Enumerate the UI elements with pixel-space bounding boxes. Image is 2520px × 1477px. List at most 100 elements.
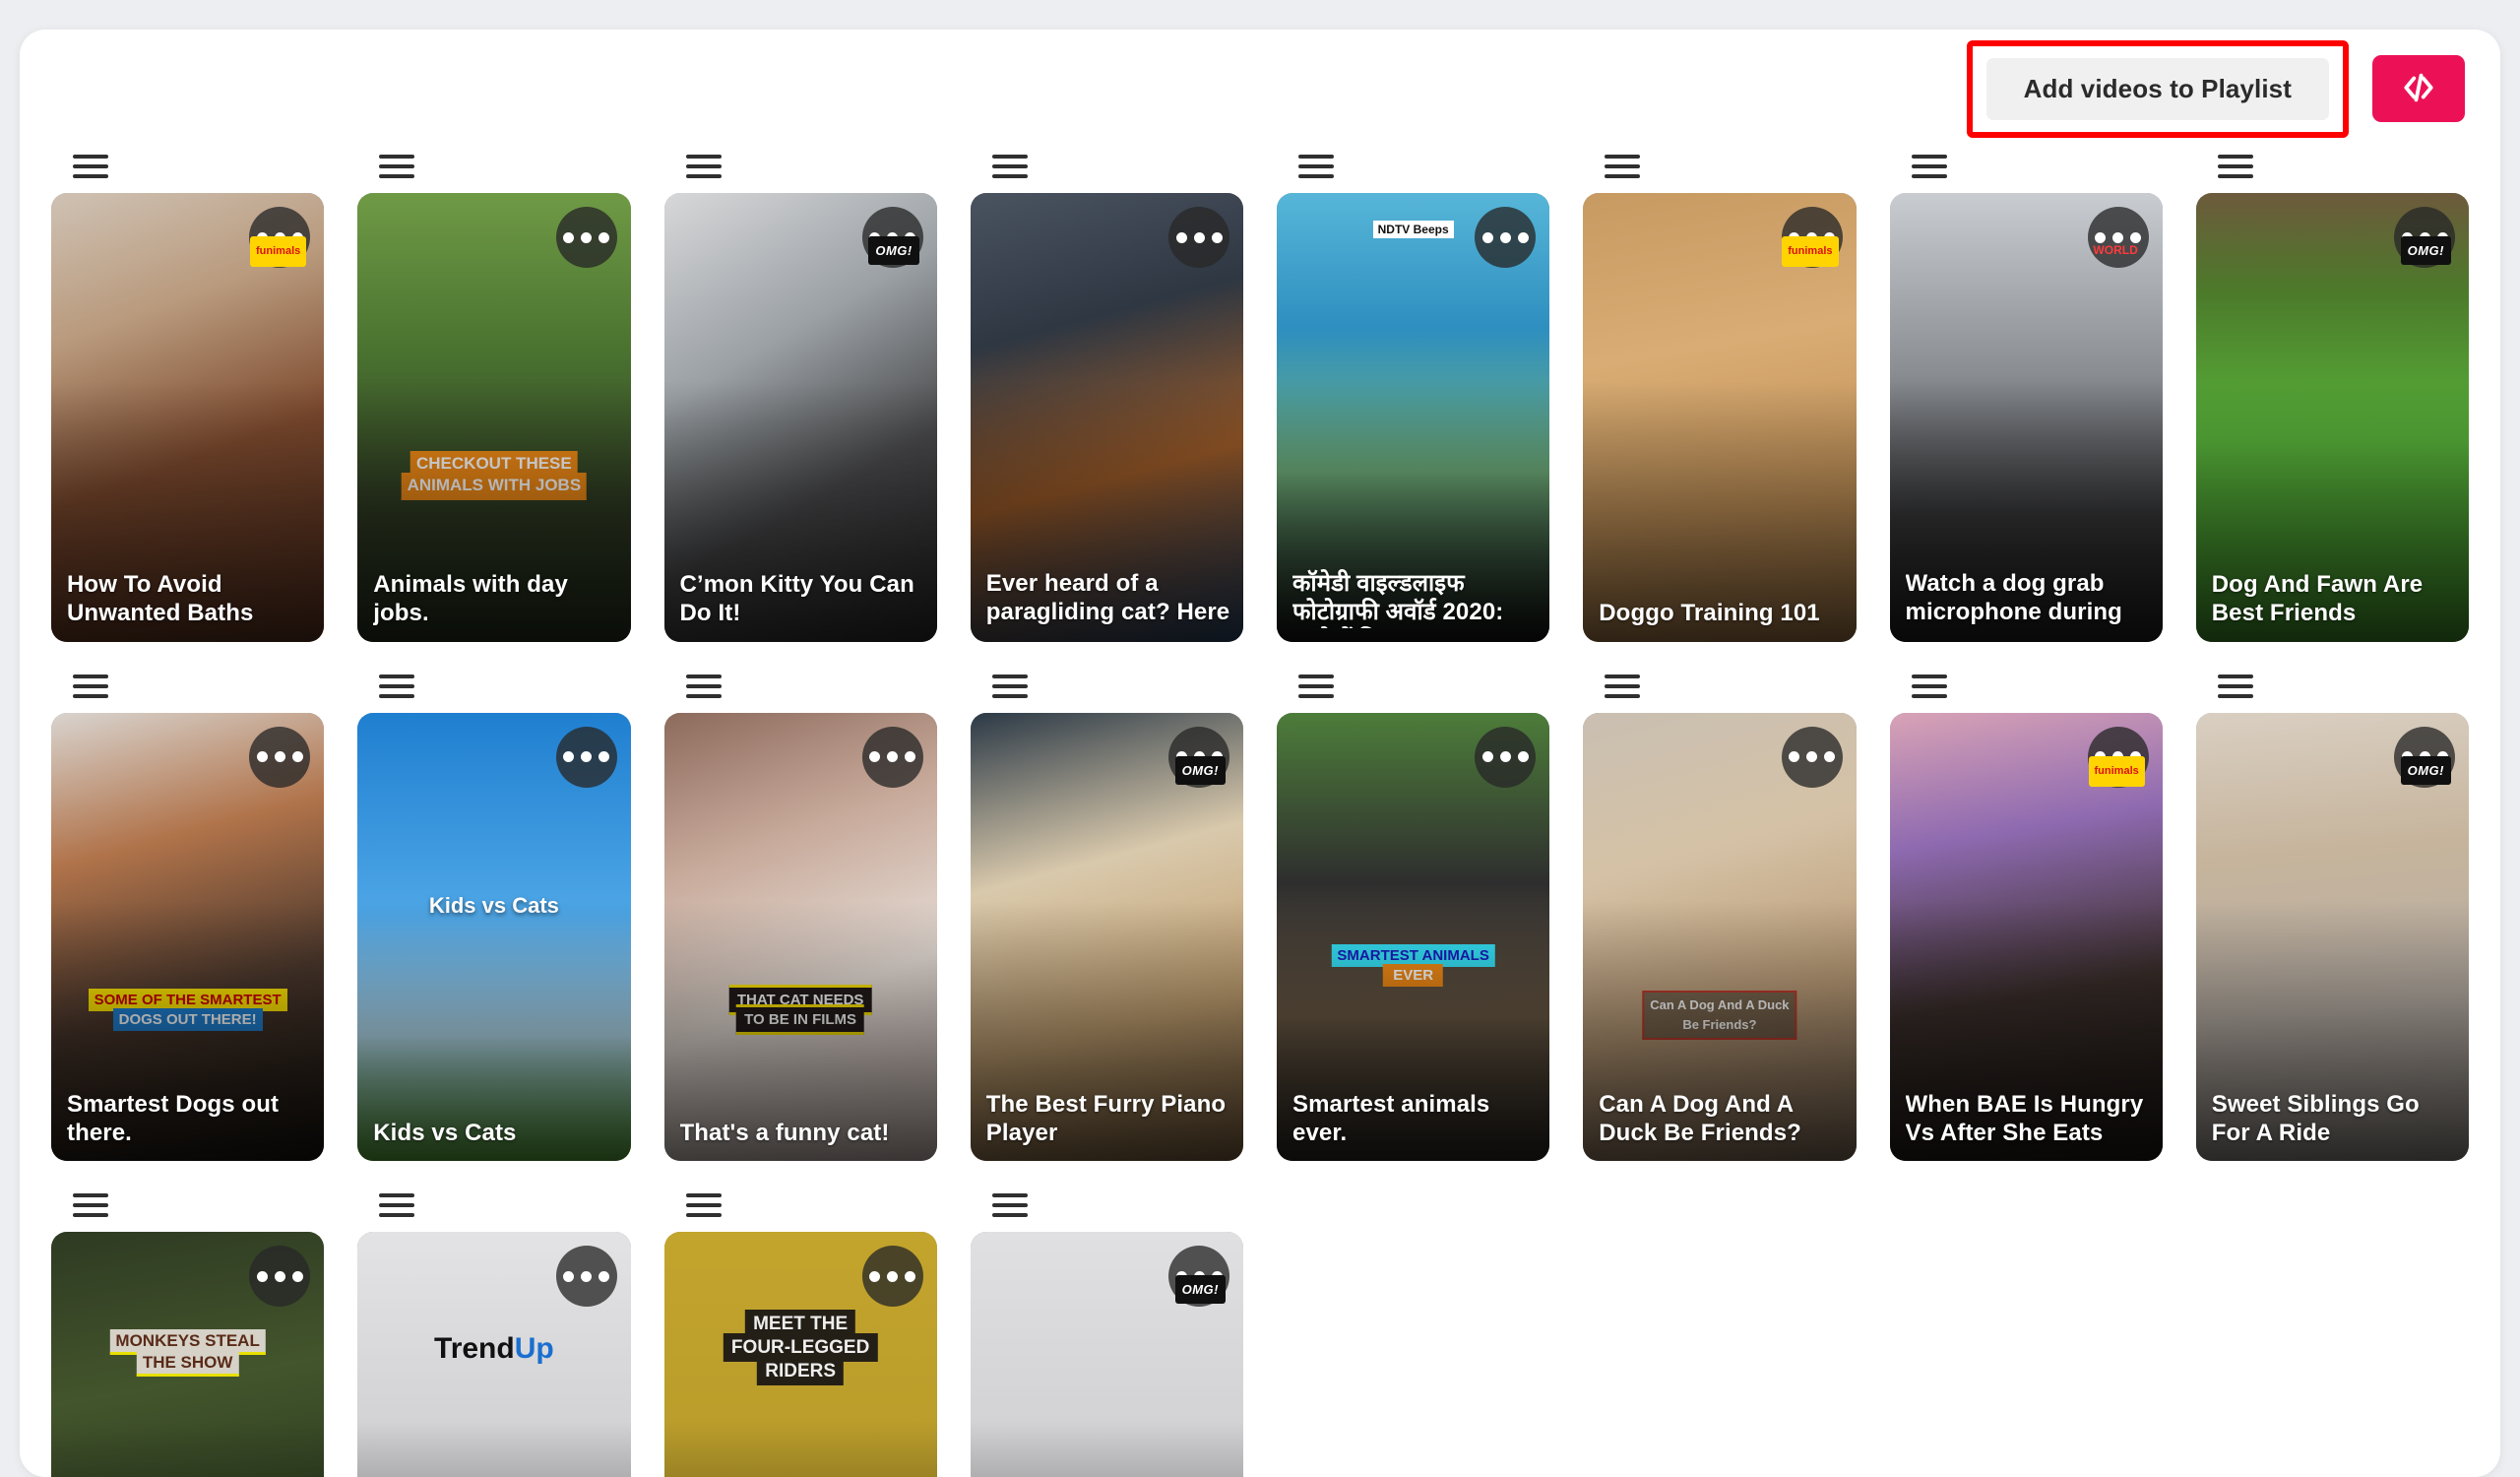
hamburger-drag-handle-icon[interactable] xyxy=(1603,148,1646,185)
add-videos-to-playlist-button[interactable]: Add videos to Playlist xyxy=(1985,57,2329,120)
hamburger-drag-handle-icon[interactable] xyxy=(1296,668,1340,705)
video-card-cell: OMG! The Best Furry Piano Player xyxy=(970,668,1243,1162)
three-dots-menu-icon[interactable] xyxy=(1168,207,1229,268)
video-card[interactable]: THAT CAT NEEDSTO BE IN FILMSThat's a fun… xyxy=(663,712,937,1162)
video-card-title: The Best Furry Piano Player xyxy=(985,1090,1227,1146)
provider-badge-omg: OMG! xyxy=(1174,1275,1226,1305)
video-card-title: Can A Dog And A Duck Be Friends? xyxy=(1599,1090,1801,1146)
video-card-title: C’mon Kitty You Can Do It! xyxy=(679,571,914,627)
video-card[interactable]: funimals When BAE Is Hungry Vs After She … xyxy=(1889,712,2163,1162)
hamburger-drag-handle-icon[interactable] xyxy=(1603,668,1646,705)
thumbnail-caption-overlay: NDTV Beeps xyxy=(1372,220,1454,239)
video-card-cell: Kids vs CatsKids vs Cats xyxy=(357,668,631,1162)
provider-badge-omg: OMG! xyxy=(2400,236,2451,265)
thumbnail-gradient-scrim xyxy=(663,1420,937,1477)
three-dots-menu-icon[interactable] xyxy=(861,726,923,788)
provider-badge-omg: OMG! xyxy=(1174,755,1226,785)
hamburger-drag-handle-icon[interactable] xyxy=(377,1187,420,1224)
hamburger-drag-handle-icon[interactable] xyxy=(377,148,420,185)
thumbnail-gradient-scrim xyxy=(357,1420,631,1477)
three-dots-menu-icon[interactable] xyxy=(555,207,617,268)
video-card-cell: funimals When BAE Is Hungry Vs After She … xyxy=(1889,668,2163,1162)
video-card[interactable]: OMG! xyxy=(970,1232,1243,1477)
provider-badge-world: WORLD xyxy=(2093,243,2138,257)
hamburger-drag-handle-icon[interactable] xyxy=(990,148,1034,185)
hamburger-drag-handle-icon[interactable] xyxy=(71,668,114,705)
three-dots-menu-icon[interactable] xyxy=(1781,726,1843,788)
video-card[interactable]: SOME OF THE SMARTESTDOGS OUT THERE!Smart… xyxy=(51,712,325,1162)
video-card-cell: OMG! Sweet Siblings Go For A Ride xyxy=(2195,668,2469,1162)
video-card-title: Doggo Training 101 xyxy=(1599,600,1820,627)
video-card-cell: NDTV Beeps कॉमेडी वाइल्डलाइफ फोटोग्राफी अ… xyxy=(1277,148,1550,642)
hamburger-drag-handle-icon[interactable] xyxy=(2216,148,2259,185)
hamburger-drag-handle-icon[interactable] xyxy=(684,668,727,705)
video-card-cell: OMG! xyxy=(970,1187,1243,1477)
video-card-cell: MONKEYS STEAL THE SHOW xyxy=(51,1187,325,1477)
video-card[interactable]: funimals Doggo Training 101 xyxy=(1583,193,1857,642)
hamburger-drag-handle-icon[interactable] xyxy=(377,668,420,705)
code-embed-icon xyxy=(2400,69,2437,109)
video-card-title: How To Avoid Unwanted Baths xyxy=(67,571,254,627)
video-card-cell: THAT CAT NEEDSTO BE IN FILMSThat's a fun… xyxy=(663,668,937,1162)
video-card[interactable]: CHECKOUT THESEANIMALS WITH JOBSAnimals w… xyxy=(357,193,631,642)
video-card-cell: WORLD Watch a dog grab microphone during … xyxy=(1889,148,2163,642)
three-dots-menu-icon[interactable] xyxy=(555,1246,617,1308)
video-card-title: Watch a dog grab microphone during live… xyxy=(1905,569,2122,628)
video-card[interactable]: OMG! The Best Furry Piano Player xyxy=(970,712,1243,1162)
provider-badge-funimals: funimals xyxy=(2088,755,2145,787)
video-card[interactable]: OMG! Dog And Fawn Are Best Friends xyxy=(2195,193,2469,642)
thumbnail-caption-overlay: TrendUp xyxy=(434,1332,554,1366)
video-card[interactable]: Ever heard of a paragliding cat? Here is… xyxy=(970,193,1243,642)
video-card-title: Dog And Fawn Are Best Friends xyxy=(2211,571,2424,627)
thumbnail-gradient-scrim xyxy=(970,1420,1243,1477)
hamburger-drag-handle-icon[interactable] xyxy=(990,1187,1034,1224)
hamburger-drag-handle-icon[interactable] xyxy=(71,1187,114,1224)
video-card[interactable]: WORLD Watch a dog grab microphone during … xyxy=(1889,193,2163,642)
three-dots-menu-icon[interactable] xyxy=(555,726,617,788)
video-card[interactable]: SMARTEST ANIMALSEVERSmartest animals eve… xyxy=(1277,712,1550,1162)
video-card-title: Kids vs Cats xyxy=(373,1119,517,1146)
provider-badge-funimals: funimals xyxy=(250,236,307,267)
hamburger-drag-handle-icon[interactable] xyxy=(1910,668,1953,705)
toolbar: Add videos to Playlist xyxy=(20,30,2500,148)
hamburger-drag-handle-icon[interactable] xyxy=(71,148,114,185)
provider-badge-omg: OMG! xyxy=(868,236,919,265)
video-card[interactable]: Can A Dog And A DuckBe Friends?Can A Dog… xyxy=(1583,712,1857,1162)
video-card[interactable]: funimals How To Avoid Unwanted Baths xyxy=(51,193,325,642)
three-dots-menu-icon[interactable] xyxy=(861,1246,923,1308)
video-card-grid: funimals How To Avoid Unwanted Baths CHECK… xyxy=(20,148,2500,1477)
video-card-title: When BAE Is Hungry Vs After She Eats xyxy=(1905,1090,2144,1146)
three-dots-menu-icon[interactable] xyxy=(249,726,311,788)
video-card[interactable]: OMG! Sweet Siblings Go For A Ride xyxy=(2195,712,2469,1162)
video-card[interactable]: Kids vs CatsKids vs Cats xyxy=(357,712,631,1162)
thumbnail-caption-overlay: MEET THE FOUR-LEGGED RIDERS xyxy=(723,1310,878,1385)
thumbnail-caption-overlay: MONKEYS STEAL THE SHOW xyxy=(109,1329,266,1378)
video-card[interactable]: NDTV Beeps कॉमेडी वाइल्डलाइफ फोटोग्राफी अ… xyxy=(1277,193,1550,642)
video-card[interactable]: OMG! C’mon Kitty You Can Do It! xyxy=(663,193,937,642)
video-card-cell: funimals Doggo Training 101 xyxy=(1583,148,1857,642)
hamburger-drag-handle-icon[interactable] xyxy=(1296,148,1340,185)
embed-code-button[interactable] xyxy=(2372,55,2465,122)
video-card[interactable]: TrendUp xyxy=(357,1232,631,1477)
video-card-title: Smartest animals ever. xyxy=(1292,1090,1490,1146)
provider-badge-omg: OMG! xyxy=(2400,755,2451,785)
video-card[interactable]: MEET THE FOUR-LEGGED RIDERS xyxy=(663,1232,937,1477)
video-card-title: That's a funny cat! xyxy=(679,1119,890,1146)
video-card-cell: MEET THE FOUR-LEGGED RIDERS xyxy=(663,1187,937,1477)
playlist-app-window: Add videos to Playlist funimals How To Av… xyxy=(20,30,2500,1477)
three-dots-menu-icon[interactable] xyxy=(1475,726,1537,788)
video-card-cell: Ever heard of a paragliding cat? Here is… xyxy=(970,148,1243,642)
video-card[interactable]: MONKEYS STEAL THE SHOW xyxy=(51,1232,325,1477)
add-videos-highlight-outline: Add videos to Playlist xyxy=(1966,39,2349,138)
hamburger-drag-handle-icon[interactable] xyxy=(2216,668,2259,705)
hamburger-drag-handle-icon[interactable] xyxy=(684,1187,727,1224)
video-card-title: Ever heard of a paragliding cat? Here is… xyxy=(985,569,1230,628)
hamburger-drag-handle-icon[interactable] xyxy=(990,668,1034,705)
video-card-cell: CHECKOUT THESEANIMALS WITH JOBSAnimals w… xyxy=(357,148,631,642)
video-card-title: कॉमेडी वाइल्डलाइफ फोटोग्राफी अवॉर्ड 2020… xyxy=(1292,569,1504,628)
hamburger-drag-handle-icon[interactable] xyxy=(1910,148,1953,185)
video-card-cell: OMG! C’mon Kitty You Can Do It! xyxy=(663,148,937,642)
thumbnail-gradient-scrim xyxy=(51,1420,325,1477)
hamburger-drag-handle-icon[interactable] xyxy=(684,148,727,185)
three-dots-menu-icon[interactable] xyxy=(1475,207,1537,268)
